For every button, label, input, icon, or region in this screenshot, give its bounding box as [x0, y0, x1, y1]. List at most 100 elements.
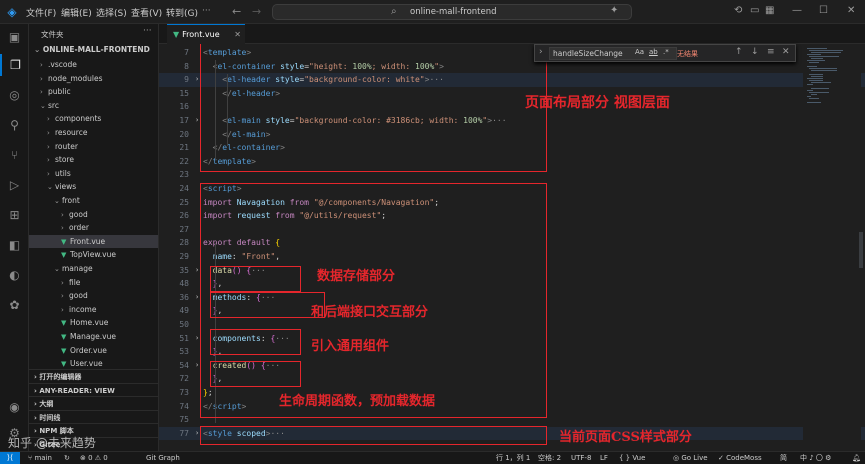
folder-item[interactable]: › public — [29, 85, 158, 99]
folder-item[interactable]: › resource — [29, 126, 158, 140]
folder-item[interactable]: › store — [29, 153, 158, 167]
menu-view[interactable]: 查看(V) — [131, 6, 162, 19]
fold-chevron-icon[interactable]: › — [195, 114, 199, 128]
folder-item[interactable]: › good — [29, 208, 158, 222]
command-center[interactable]: ⌕ online-mall-frontend — [272, 4, 632, 20]
remote-indicator-icon[interactable]: ⟩⟨ — [0, 452, 20, 464]
minimap-line — [807, 60, 825, 61]
explorer-root[interactable]: ⌄ ONLINE-MALL-FRONTEND — [34, 45, 150, 54]
toggle-replace-icon[interactable]: › — [539, 47, 543, 57]
folder-item[interactable]: › good — [29, 289, 158, 303]
search-view-icon[interactable]: ⚲ — [0, 114, 29, 136]
go-live-status[interactable]: ◎ Go Live — [673, 452, 708, 464]
minimap-line — [807, 96, 811, 97]
layout-icon[interactable]: ▦ — [765, 5, 774, 16]
minimap-line — [807, 78, 823, 79]
folder-item[interactable]: › file — [29, 276, 158, 290]
maximize-icon[interactable]: ☐ — [819, 5, 828, 16]
tab-front-vue[interactable]: ▼ Front.vue ✕ — [167, 24, 245, 44]
explorer-title: 文件夹 — [41, 30, 64, 39]
fold-chevron-icon[interactable]: › — [195, 291, 199, 305]
file-item[interactable]: ▼ Front.vue — [29, 234, 158, 249]
codemoss-status[interactable]: ✓ CodeMoss — [718, 452, 762, 464]
chevron-down-icon: ⌄ — [54, 197, 60, 205]
run-debug-icon[interactable]: ▷ — [0, 174, 29, 196]
section-header[interactable]: › 时间线 — [29, 409, 158, 424]
git-graph-status[interactable]: Git Graph — [146, 452, 180, 464]
folder-item[interactable]: › router — [29, 140, 158, 154]
menu-more-icon[interactable]: ··· — [202, 6, 211, 16]
account-icon[interactable]: ◉ — [0, 396, 29, 418]
regex-option[interactable]: .* — [663, 48, 669, 56]
language-status[interactable]: { } Vue — [619, 452, 645, 464]
vertical-scrollbar[interactable] — [859, 232, 863, 268]
chevron-right-icon: › — [47, 156, 50, 165]
notifications-icon[interactable]: 🔔︎ — [852, 452, 861, 464]
folder-item[interactable]: › utils — [29, 167, 158, 181]
menu-selection[interactable]: 选择(S) — [96, 6, 127, 19]
folder-item[interactable]: › income — [29, 303, 158, 317]
code-editor[interactable]: 7<template>8 <el-container style="height… — [159, 44, 865, 451]
folder-item[interactable]: ⌄ manage — [29, 262, 158, 276]
close-find-icon[interactable]: ✕ — [782, 47, 790, 57]
problems-status[interactable]: ⊗ 0 ⚠ 0 — [80, 452, 108, 464]
extension-circle-icon[interactable]: ◎ — [0, 84, 29, 106]
ime-status[interactable]: 简 — [780, 452, 787, 464]
file-item[interactable]: ▼ Home.vue — [29, 316, 158, 330]
match-word-option[interactable]: ab — [649, 48, 658, 56]
nav-forward-icon[interactable]: → — [252, 5, 261, 18]
previous-match-icon[interactable]: ↑ — [735, 47, 743, 57]
section-header[interactable]: › 打开的编辑器 — [29, 369, 158, 383]
file-item[interactable]: ▼ Manage.vue — [29, 330, 158, 344]
toggle-panel-icon[interactable]: ▭ — [750, 5, 759, 16]
openai-icon[interactable]: ✿ — [0, 294, 29, 316]
indentation-status[interactable]: 空格: 2 — [538, 452, 561, 464]
close-window-icon[interactable]: ✕ — [847, 5, 855, 16]
sync-icon[interactable]: ↻ — [64, 452, 70, 464]
edge-icon[interactable]: ◐ — [0, 264, 29, 286]
check-icon: ✓ — [718, 454, 727, 462]
section-header[interactable]: › ANY-READER: VIEW — [29, 382, 158, 397]
fold-chevron-icon[interactable]: › — [195, 427, 199, 441]
menu-file[interactable]: 文件(F) — [26, 6, 56, 19]
menu-go[interactable]: 转到(G) — [166, 6, 198, 19]
find-in-selection-icon[interactable]: ≡ — [767, 47, 775, 57]
next-match-icon[interactable]: ↓ — [751, 47, 759, 57]
file-item[interactable]: ▼ TopView.vue — [29, 248, 158, 262]
encoding-status[interactable]: UTF-8 — [571, 452, 591, 464]
branch-status[interactable]: ⑂ main — [28, 452, 52, 464]
minimize-icon[interactable]: — — [792, 5, 802, 16]
minimap-line — [807, 54, 821, 55]
minimap[interactable] — [803, 44, 861, 451]
eol-status[interactable]: LF — [600, 452, 608, 464]
folder-item[interactable]: ⌄ front — [29, 194, 158, 208]
file-item[interactable]: ▼ Order.vue — [29, 344, 158, 358]
folder-item[interactable]: › components — [29, 112, 158, 126]
match-case-option[interactable]: Aa — [635, 48, 644, 56]
folder-item[interactable]: › .vscode — [29, 58, 158, 72]
nav-back-icon[interactable]: ← — [232, 5, 241, 18]
annotation-components: 引入通用组件 — [311, 339, 390, 354]
folder-item[interactable]: ⌄ views — [29, 180, 158, 194]
source-control-icon[interactable]: ⑂ — [0, 144, 29, 166]
folder-item[interactable]: › node_modules — [29, 72, 158, 86]
close-tab-icon[interactable]: ✕ — [234, 25, 241, 44]
copilot-icon[interactable]: ✦ — [610, 5, 618, 16]
folder-item[interactable]: › order — [29, 221, 158, 235]
more-actions-icon[interactable]: ··· — [143, 26, 152, 36]
fold-chevron-icon[interactable]: › — [195, 359, 199, 373]
section-header[interactable]: › 大纲 — [29, 396, 158, 410]
vue-file-icon: ▼ — [61, 251, 67, 260]
remote-icon[interactable]: ◧ — [0, 234, 29, 256]
fold-chevron-icon[interactable]: › — [195, 73, 199, 87]
history-icon[interactable]: ⟲ — [734, 5, 742, 16]
extensions-icon[interactable]: ⊞ — [0, 204, 29, 226]
chat-icon[interactable]: ▣ — [0, 26, 29, 48]
tree-item-label: TopView.vue — [70, 250, 116, 260]
menu-edit[interactable]: 编辑(E) — [61, 6, 92, 19]
cursor-position[interactable]: 行 1，列 1 — [496, 452, 530, 464]
folder-item[interactable]: ⌄ src — [29, 99, 158, 113]
explorer-icon[interactable]: ❐ — [0, 54, 29, 76]
fold-chevron-icon[interactable]: › — [195, 332, 199, 346]
fold-chevron-icon[interactable]: › — [195, 264, 199, 278]
